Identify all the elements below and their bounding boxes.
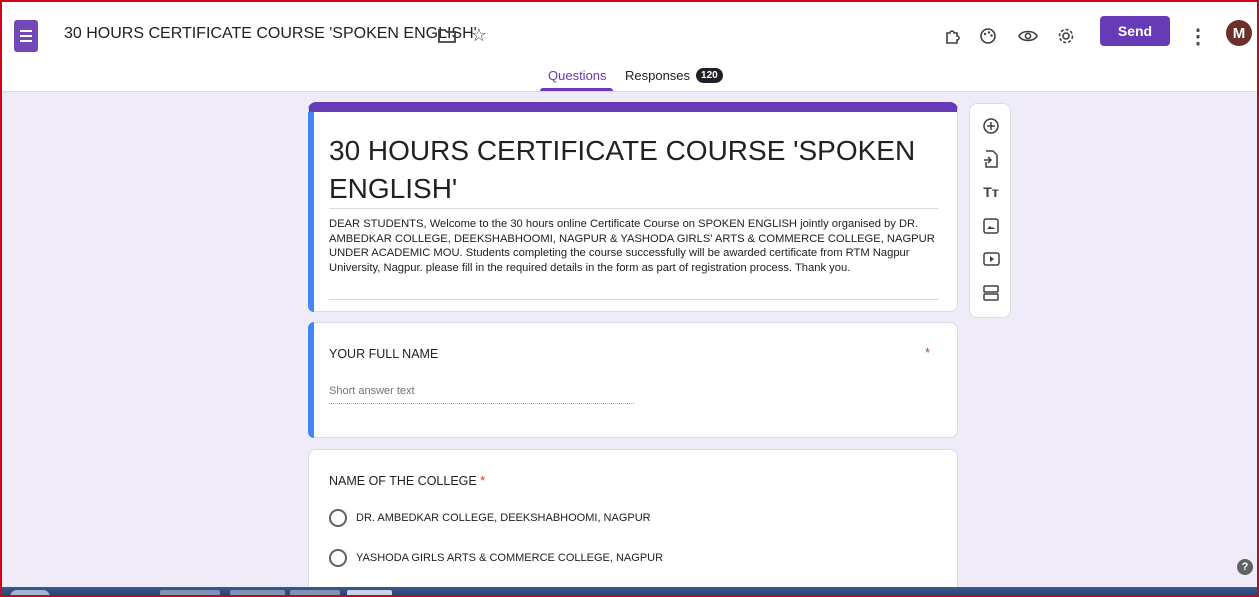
option-item[interactable]: DR. AMBEDKAR COLLEGE, DEEKSHABHOOMI, NAG… [329, 509, 651, 527]
taskbar-item[interactable] [347, 590, 392, 597]
import-questions-icon[interactable] [979, 147, 1003, 171]
selected-card-indicator [308, 322, 314, 438]
document-title[interactable]: 30 HOURS CERTIFICATE COURSE 'SPOKEN ENGL… [64, 25, 477, 43]
question-title[interactable]: YOUR FULL NAME [329, 347, 438, 361]
short-answer-field: Short answer text [329, 385, 634, 404]
taskbar-item[interactable] [160, 590, 220, 597]
active-tab-indicator [540, 88, 613, 91]
start-button[interactable] [10, 590, 50, 597]
folder-icon[interactable] [435, 24, 459, 48]
add-title-icon[interactable]: Tт [979, 180, 1003, 204]
question-title[interactable]: NAME OF THE COLLEGE * [329, 474, 485, 488]
tab-responses[interactable]: Responses 120 [625, 68, 723, 83]
tab-questions[interactable]: Questions [548, 68, 607, 83]
question-title-text: NAME OF THE COLLEGE [329, 474, 477, 488]
description-underline [329, 299, 939, 300]
palette-icon[interactable] [976, 24, 1000, 48]
form-title-card[interactable]: 30 HOURS CERTIFICATE COURSE 'SPOKEN ENGL… [308, 102, 958, 312]
option-label: YASHODA GIRLS ARTS & COMMERCE COLLEGE, N… [356, 552, 664, 564]
add-image-icon[interactable] [979, 214, 1003, 238]
taskbar-item[interactable] [230, 590, 285, 597]
star-icon[interactable]: ☆ [467, 23, 491, 47]
preview-eye-icon[interactable] [1016, 24, 1040, 48]
account-avatar[interactable]: M [1226, 20, 1252, 46]
question-card-college[interactable]: NAME OF THE COLLEGE * DR. AMBEDKAR COLLE… [308, 449, 958, 597]
form-tabs: Questions Responses 120 [0, 66, 1259, 92]
option-label: DR. AMBEDKAR COLLEGE, DEEKSHABHOOMI, NAG… [356, 512, 651, 524]
add-question-icon[interactable] [979, 114, 1003, 138]
windows-taskbar [0, 587, 1259, 597]
form-description[interactable]: DEAR STUDENTS, Welcome to the 30 hours o… [329, 217, 941, 275]
tab-responses-label: Responses [625, 68, 691, 83]
radio-button[interactable] [329, 549, 347, 567]
responses-count-badge: 120 [696, 68, 723, 83]
form-title[interactable]: 30 HOURS CERTIFICATE COURSE 'SPOKEN ENGL… [329, 132, 939, 208]
more-options-icon[interactable]: ⋮ [1186, 24, 1210, 48]
required-asterisk: * [925, 345, 931, 360]
active-card-indicator [308, 112, 314, 312]
question-card-full-name[interactable]: YOUR FULL NAME * Short answer text [308, 322, 958, 438]
add-ons-icon[interactable] [941, 24, 965, 48]
taskbar-item[interactable] [290, 590, 340, 597]
help-icon[interactable]: ? [1237, 559, 1253, 575]
add-section-icon[interactable] [979, 281, 1003, 305]
add-video-icon[interactable] [979, 247, 1003, 271]
title-underline [329, 208, 939, 209]
send-button[interactable]: Send [1100, 16, 1170, 46]
radio-button[interactable] [329, 509, 347, 527]
floating-toolbar: Tт [969, 103, 1011, 318]
option-item[interactable]: YASHODA GIRLS ARTS & COMMERCE COLLEGE, N… [329, 549, 663, 567]
required-asterisk: * [480, 474, 486, 488]
settings-gear-icon[interactable] [1054, 24, 1078, 48]
forms-app-icon[interactable] [14, 20, 38, 52]
top-bar: 30 HOURS CERTIFICATE COURSE 'SPOKEN ENGL… [0, 0, 1259, 92]
